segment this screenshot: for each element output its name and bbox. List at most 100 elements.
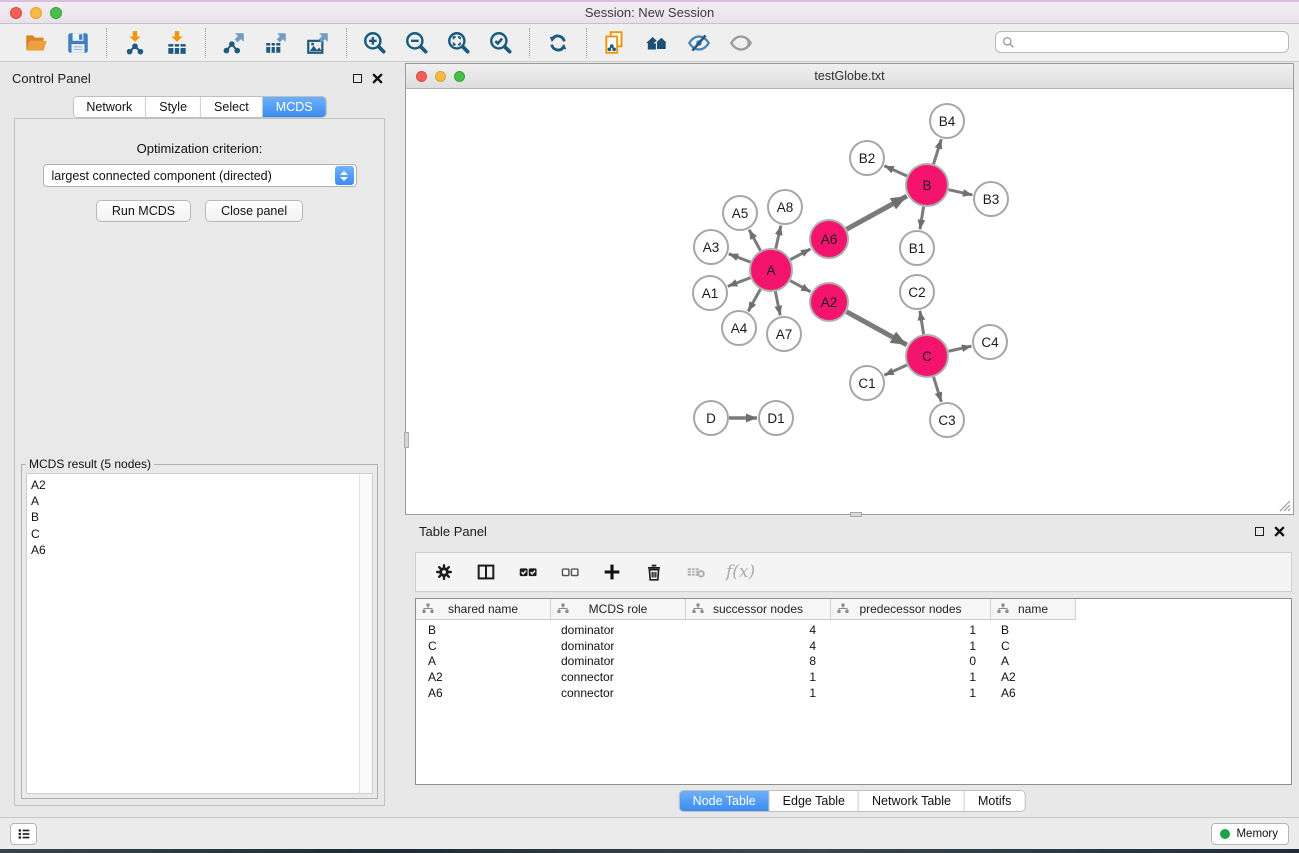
left-edge-grip[interactable] [404,432,409,448]
import-table-button[interactable] [161,28,193,58]
edge-C-C4[interactable] [948,346,971,351]
bottom-edge-grip[interactable] [850,512,862,517]
column-header-predecessor-nodes[interactable]: predecessor nodes [831,599,991,620]
split-column-button[interactable] [474,560,498,584]
table-row[interactable]: Bdominator41B [416,623,1291,639]
mcds-result-list: A2ABCA6 [26,473,373,794]
tab-motifs[interactable]: Motifs [965,791,1024,811]
delete-column-button[interactable] [642,560,666,584]
table-options-button[interactable] [432,560,456,584]
node-label-A1: A1 [702,286,719,301]
mcds-result-item[interactable]: C [31,526,372,542]
node-label-A3: A3 [703,240,720,255]
node-label-C3: C3 [938,413,955,428]
tab-network-table[interactable]: Network Table [859,791,965,811]
resize-grip-icon[interactable] [1277,498,1291,512]
float-table-panel-icon[interactable] [1255,527,1264,536]
close-table-panel-icon[interactable] [1274,526,1285,537]
table-header: shared nameMCDS rolesuccessor nodesprede… [416,599,1291,620]
attribute-type-icon [692,603,704,615]
edge-A-A5[interactable] [749,230,760,251]
edge-A-A2[interactable] [790,281,810,292]
tab-node-table[interactable]: Node Table [680,791,770,811]
refresh-icon [545,30,571,56]
table-row[interactable]: Cdominator41C [416,639,1291,655]
network-canvas[interactable]: B4B2BB3A5A8A6B1A3AA1C2A2A4A7C4CC1C3DD1 [406,89,1293,514]
column-header-shared-name[interactable]: shared name [416,599,551,620]
export-image-button[interactable] [302,28,334,58]
zoom-selected-button[interactable] [485,28,517,58]
result-scrollbar[interactable] [359,474,372,793]
zoom-in-icon [362,30,388,56]
attribute-type-icon [837,603,849,615]
table-row[interactable]: A2connector11A2 [416,670,1291,686]
export-table-button[interactable] [260,28,292,58]
mcds-result-item[interactable]: B [31,509,372,525]
mcds-result-item[interactable]: A6 [31,542,372,558]
search-field[interactable] [995,31,1289,53]
mcds-result-item[interactable]: A [31,493,372,509]
table-cell: A2 [416,670,551,686]
mcds-result-title: MCDS result (5 nodes) [26,457,154,471]
edge-C-C3[interactable] [934,377,942,402]
close-panel-icon[interactable] [372,73,383,84]
zoom-out-button[interactable] [401,28,433,58]
memory-button[interactable]: Memory [1211,823,1289,845]
duplicate-network-button[interactable] [599,28,631,58]
column-header-MCDS-role[interactable]: MCDS role [551,599,686,620]
network-window-titlebar[interactable]: testGlobe.txt [406,64,1293,89]
tab-mcds[interactable]: MCDS [263,97,326,117]
edge-A-A6[interactable] [790,249,810,260]
zoom-fit-button[interactable] [443,28,475,58]
edge-A-A3[interactable] [729,254,751,262]
optimization-criterion-select[interactable]: largest connected component (directed) [43,164,357,187]
export-network-button[interactable] [218,28,250,58]
network-graph[interactable]: B4B2BB3A5A8A6B1A3AA1C2A2A4A7C4CC1C3DD1 [406,89,1293,514]
table-cell: connector [551,686,686,702]
select-all-columns-button[interactable] [516,560,540,584]
table-row[interactable]: A6connector11A6 [416,686,1291,702]
edge-A-A1[interactable] [728,278,751,287]
column-header-name[interactable]: name [991,599,1076,620]
zoom-in-button[interactable] [359,28,391,58]
tab-edge-table[interactable]: Edge Table [770,791,859,811]
run-mcds-button[interactable]: Run MCDS [96,200,191,222]
search-input[interactable] [1015,33,1288,51]
function-builder-button: f(x) [726,562,755,582]
edge-A2-C[interactable] [847,312,907,345]
column-header-successor-nodes[interactable]: successor nodes [686,599,831,620]
edge-A-A7[interactable] [775,292,780,316]
refresh-button[interactable] [542,28,574,58]
tab-select[interactable]: Select [201,97,263,117]
hide-panels-button[interactable] [683,28,715,58]
float-panel-icon[interactable] [353,74,362,83]
close-panel-button[interactable]: Close panel [205,200,303,222]
edge-C-C1[interactable] [884,365,907,375]
edge-B-B2[interactable] [884,166,907,176]
edge-C-C2[interactable] [920,311,924,334]
tab-style[interactable]: Style [146,97,201,117]
show-panels-button[interactable] [725,28,757,58]
edge-A-A8[interactable] [776,226,781,249]
show-panel-list-button[interactable] [10,823,37,845]
edge-B-B3[interactable] [948,190,972,195]
node-table[interactable]: shared nameMCDS rolesuccessor nodesprede… [415,598,1292,785]
edge-B-B4[interactable] [934,139,942,164]
deselect-all-columns-button[interactable] [558,560,582,584]
mcds-result-item[interactable]: A2 [31,477,372,493]
import-network-button[interactable] [119,28,151,58]
home-button[interactable] [641,28,673,58]
node-label-A7: A7 [776,327,793,342]
open-file-button[interactable] [20,28,52,58]
table-row[interactable]: Adominator80A [416,654,1291,670]
node-label-C: C [922,349,932,364]
add-column-button[interactable] [600,560,624,584]
table-cell: 1 [831,639,991,655]
save-session-button[interactable] [62,28,94,58]
tab-network[interactable]: Network [73,97,146,117]
edge-A6-B[interactable] [847,196,907,229]
edge-A-A4[interactable] [748,289,760,311]
table-cell: 1 [686,670,831,686]
edge-B-B1[interactable] [920,207,924,230]
table-cell: 0 [831,654,991,670]
